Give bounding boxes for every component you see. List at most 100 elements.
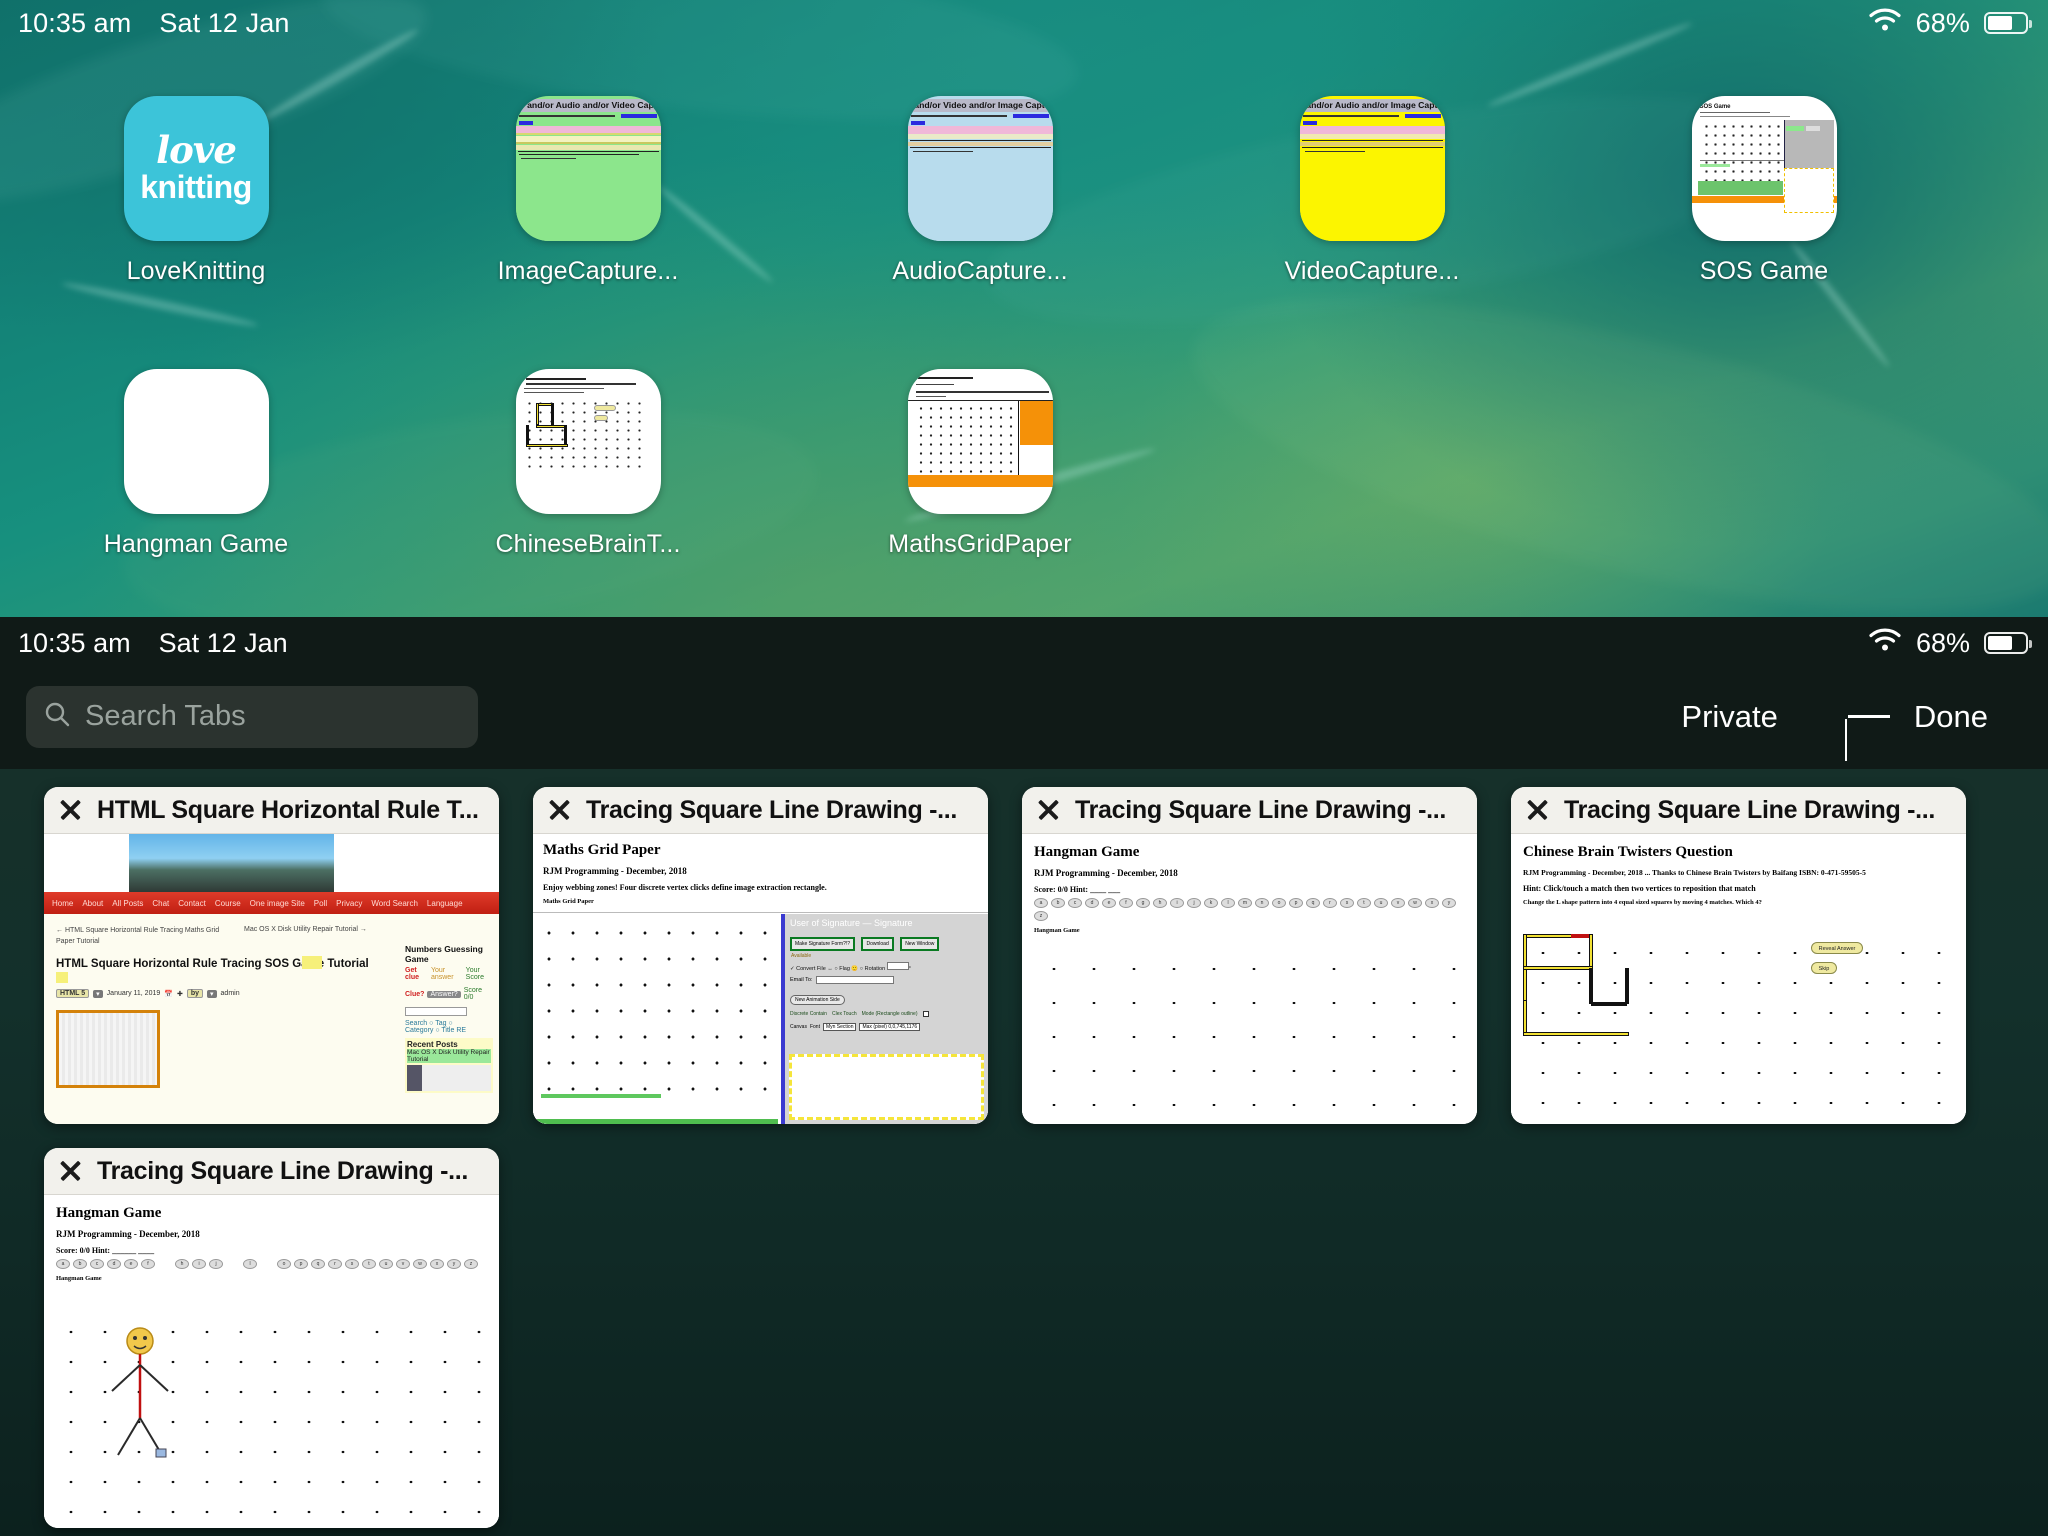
match-stick[interactable] <box>1589 934 1593 968</box>
grid-paper-area[interactable] <box>533 914 778 1124</box>
nav-item[interactable]: One image Site <box>250 899 305 908</box>
letter-key-p[interactable]: p <box>294 1259 308 1269</box>
letter-key-w[interactable]: w <box>1408 898 1422 908</box>
letter-key-e[interactable]: e <box>124 1259 138 1269</box>
tab-card[interactable]: HTML Square Horizontal Rule T... Home Ab… <box>44 787 499 1124</box>
letter-key-i[interactable]: i <box>1170 898 1184 908</box>
letter-key-x[interactable]: x <box>1425 898 1439 908</box>
letter-key-u[interactable]: u <box>379 1259 393 1269</box>
tab-card[interactable]: Tracing Square Line Drawing -... Chinese… <box>1511 787 1966 1124</box>
panel-button2[interactable]: New Animation Side <box>790 995 845 1005</box>
letter-key-t[interactable]: t <box>1357 898 1371 908</box>
letter-key-h[interactable]: h <box>1153 898 1167 908</box>
app-sosgame[interactable]: SOS Game SOS Game <box>1568 96 1960 286</box>
category-dropdown[interactable]: ▾ <box>93 989 103 998</box>
match-stick[interactable] <box>1523 966 1593 970</box>
panel-row4[interactable]: Canvas Font Myn Section Max (pixel) 0,0,… <box>785 1020 988 1034</box>
letter-key-m[interactable]: m <box>1238 898 1252 908</box>
letter-key-f[interactable]: f <box>141 1259 155 1269</box>
letter-keyboard[interactable]: abcdef hij l opqrstuvwxyz <box>56 1259 487 1269</box>
widget-input[interactable] <box>405 1007 467 1016</box>
app-mathsgridpaper[interactable]: MathsGridPaper <box>784 369 1176 559</box>
close-icon[interactable] <box>1036 798 1061 823</box>
letter-key-f[interactable]: f <box>1119 898 1133 908</box>
skip-button[interactable]: Skip <box>1811 962 1837 974</box>
letter-key-e[interactable]: e <box>1102 898 1116 908</box>
category-pill[interactable]: HTML 5 <box>56 989 90 998</box>
letter-key-v[interactable]: v <box>396 1259 410 1269</box>
tab-thumbnail[interactable]: Hangman Game RJM Programming - December,… <box>44 1195 499 1528</box>
letter-key-p[interactable]: p <box>1289 898 1303 908</box>
app-imagecapture[interactable]: ge and/or Audio and/or Video Capture Cre… <box>392 96 784 286</box>
letter-key-d[interactable]: d <box>1085 898 1099 908</box>
letter-key-v[interactable]: v <box>1391 898 1405 908</box>
letter-key-i[interactable]: i <box>192 1259 206 1269</box>
next-post-link[interactable]: Mac OS X Disk Utility Repair Tutorial → <box>244 926 404 933</box>
reveal-answer-button[interactable]: Reveal Answer <box>1811 942 1863 954</box>
tab-thumbnail[interactable]: Chinese Brain Twisters Question RJM Prog… <box>1511 834 1966 1124</box>
letter-key-q[interactable]: q <box>311 1259 325 1269</box>
letter-key-a[interactable]: a <box>56 1259 70 1269</box>
letter-key-g[interactable]: g <box>1136 898 1150 908</box>
close-icon[interactable] <box>1525 798 1550 823</box>
letter-key-y[interactable]: y <box>447 1259 461 1269</box>
nav-item[interactable]: Poll <box>314 899 327 908</box>
letter-key-j[interactable]: j <box>1187 898 1201 908</box>
letter-key-l[interactable]: l <box>243 1259 257 1269</box>
audiocapture-app-icon[interactable]: o and/or Video and/or Image Capture Crea… <box>907 96 1053 241</box>
answer-select[interactable]: Answer? <box>427 990 461 998</box>
letter-key-j[interactable]: j <box>209 1259 223 1269</box>
letter-key-h[interactable]: h <box>175 1259 189 1269</box>
letter-key-l[interactable]: l <box>1221 898 1235 908</box>
letter-key-s[interactable]: s <box>345 1259 359 1269</box>
max-field[interactable]: Max (pixel) 0,0,745,1176 <box>859 1023 921 1031</box>
recent-post-link[interactable]: Mac OS X Disk Utility Repair Tutorial <box>407 1049 491 1063</box>
close-icon[interactable] <box>58 1159 83 1184</box>
close-icon[interactable] <box>547 798 572 823</box>
nav-item[interactable]: Word Search <box>371 899 418 908</box>
letter-key-c[interactable]: c <box>90 1259 104 1269</box>
letter-key-u[interactable]: u <box>1374 898 1388 908</box>
letter-key-b[interactable]: b <box>1051 898 1065 908</box>
prev-post-link[interactable]: ← HTML Square Horizontal Rule Tracing Ma… <box>56 926 231 947</box>
panel-button[interactable]: New Window <box>900 937 940 951</box>
email-field[interactable] <box>815 976 894 984</box>
letter-key-r[interactable]: r <box>328 1259 342 1269</box>
dot-grid[interactable] <box>1034 952 1467 1120</box>
tab-card[interactable]: Tracing Square Line Drawing -... Hangman… <box>44 1148 499 1528</box>
nav-item[interactable]: Language <box>427 899 463 908</box>
done-button[interactable]: Done <box>1880 699 2022 735</box>
letter-key-c[interactable]: c <box>1068 898 1082 908</box>
letter-key-o[interactable]: o <box>277 1259 291 1269</box>
close-icon[interactable] <box>58 798 83 823</box>
nav-item[interactable]: Course <box>215 899 241 908</box>
letter-key-k[interactable]: k <box>1204 898 1218 908</box>
private-button[interactable]: Private <box>1647 699 1811 735</box>
letter-key-z[interactable]: z <box>1034 911 1048 921</box>
tab-card[interactable]: Tracing Square Line Drawing -... Hangman… <box>1022 787 1477 1124</box>
myn-field[interactable]: Myn Section <box>822 1023 857 1031</box>
letter-key-o[interactable]: o <box>1272 898 1286 908</box>
panel-button[interactable]: Make Signature Form?!? <box>790 937 856 951</box>
nav-item[interactable]: Contact <box>178 899 206 908</box>
letter-key-a[interactable]: a <box>1034 898 1048 908</box>
match-stick[interactable] <box>1591 1002 1627 1006</box>
letter-key-r[interactable]: r <box>1323 898 1337 908</box>
app-audiocapture[interactable]: o and/or Video and/or Image Capture Crea… <box>784 96 1176 286</box>
panel-button[interactable]: Download <box>861 937 894 951</box>
letter-key-n[interactable]: n <box>1255 898 1269 908</box>
app-hangman[interactable]: Hangman Game <box>0 369 392 559</box>
nav-item[interactable]: All Posts <box>112 899 143 908</box>
imagecapture-app-icon[interactable]: ge and/or Audio and/or Video Capture Cre… <box>515 96 661 241</box>
match-stick[interactable] <box>1523 1000 1527 1036</box>
sosgame-app-icon[interactable]: SOS Game <box>1691 96 1837 241</box>
match-stick[interactable] <box>1589 968 1593 1004</box>
app-loveknitting[interactable]: love knitting LoveKnitting <box>0 96 392 286</box>
panel-row3[interactable]: Discrete Contain Clex Touch Mode (Rectan… <box>785 1008 988 1020</box>
app-chinesebrain[interactable]: ChineseBrainT... <box>392 369 784 559</box>
match-stick-selected[interactable] <box>1571 934 1591 938</box>
mathsgridpaper-app-icon[interactable] <box>907 369 1053 514</box>
nav-item[interactable]: Chat <box>152 899 169 908</box>
letter-key-y[interactable]: y <box>1442 898 1456 908</box>
author-dropdown[interactable]: ▾ <box>207 989 217 998</box>
